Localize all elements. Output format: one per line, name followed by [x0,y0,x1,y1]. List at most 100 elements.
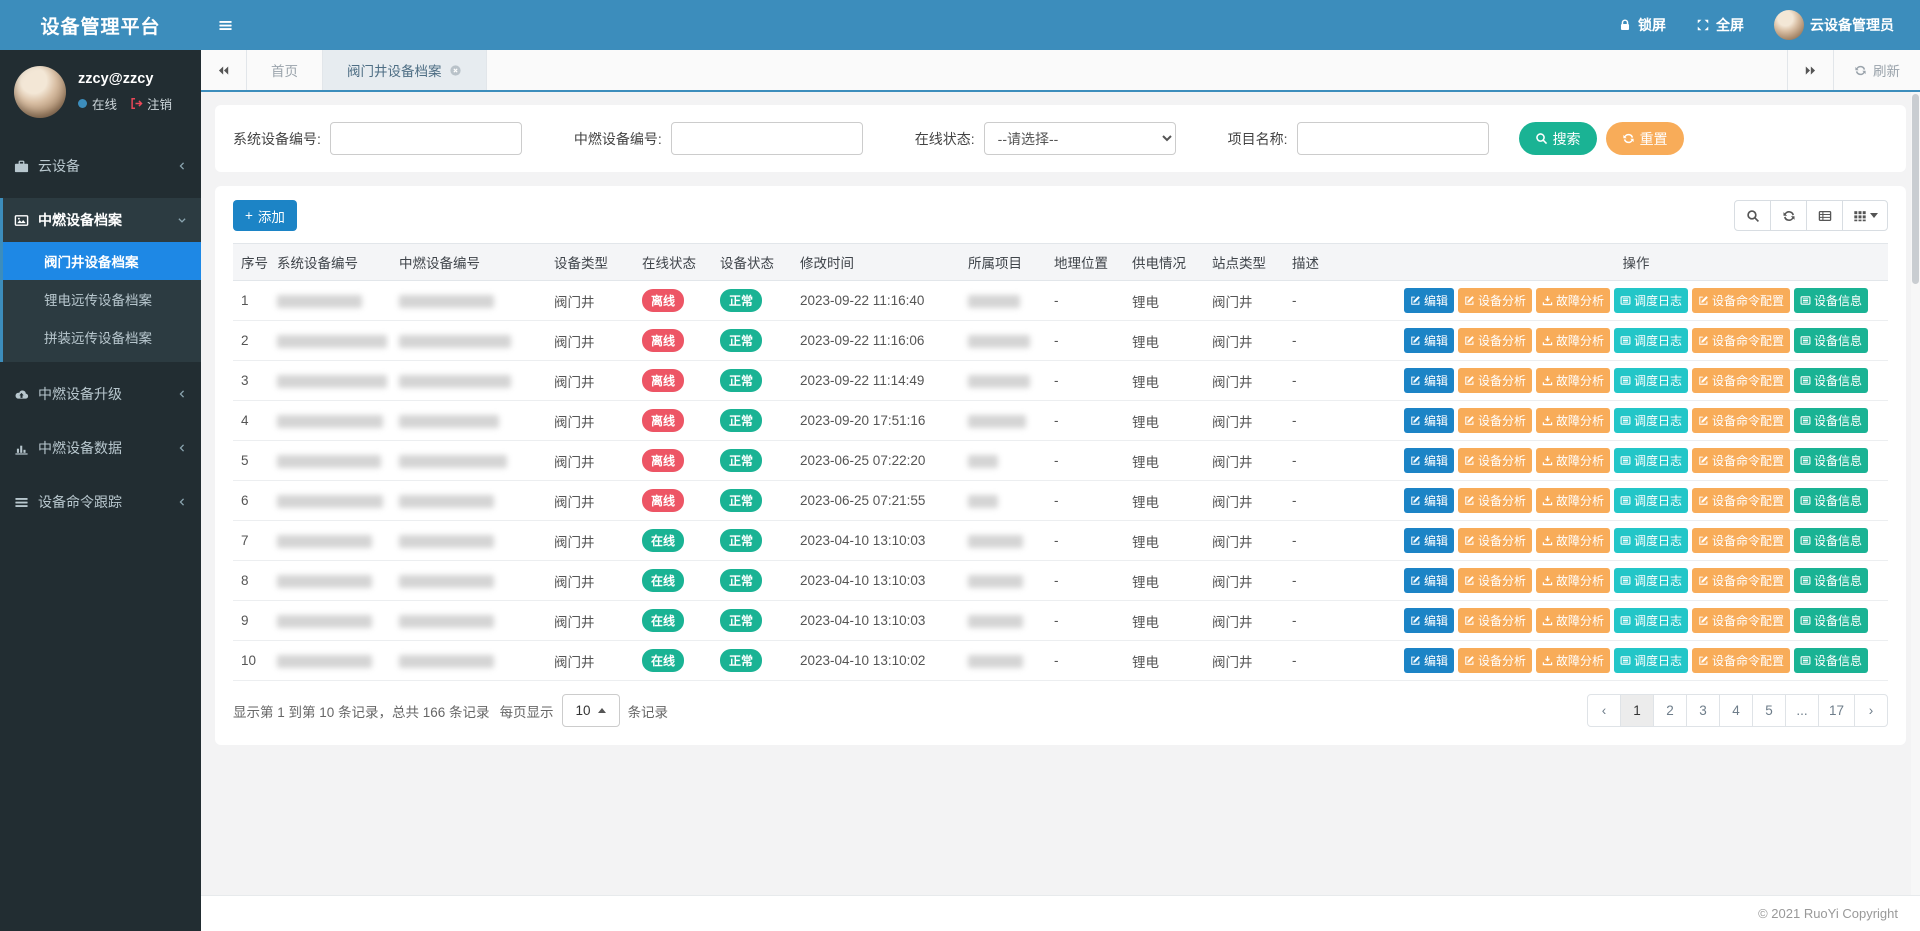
page-button[interactable]: 5 [1752,694,1786,727]
search-button[interactable]: 搜索 [1519,122,1597,155]
project-name-input[interactable] [1297,122,1489,155]
device-command-config-button[interactable]: 设备命令配置 [1692,648,1790,673]
lock-screen-button[interactable]: 锁屏 [1618,15,1666,35]
edit-button[interactable]: 编辑 [1404,528,1454,553]
column-header[interactable]: 所属项目 [960,244,1046,281]
user-menu[interactable]: 云设备管理员 [1774,10,1894,40]
device-info-button[interactable]: 设备信息 [1794,608,1868,633]
edit-button[interactable]: 编辑 [1404,568,1454,593]
column-header[interactable]: 操作 [1384,244,1888,281]
edit-button[interactable]: 编辑 [1404,608,1454,633]
column-header[interactable]: 地理位置 [1046,244,1124,281]
dispatch-log-button[interactable]: 调度日志 [1614,448,1688,473]
device-command-config-button[interactable]: 设备命令配置 [1692,368,1790,393]
device-command-config-button[interactable]: 设备命令配置 [1692,328,1790,353]
tab-valve-well-archive[interactable]: 阀门井设备档案 [323,50,487,90]
refresh-page-button[interactable]: 刷新 [1833,50,1920,90]
sidebar-item[interactable]: 中燃设备档案 [3,198,201,242]
edit-button[interactable]: 编辑 [1404,408,1454,433]
dispatch-log-button[interactable]: 调度日志 [1614,648,1688,673]
device-analysis-button[interactable]: 设备分析 [1458,448,1532,473]
fault-analysis-button[interactable]: 故障分析 [1536,568,1610,593]
device-info-button[interactable]: 设备信息 [1794,488,1868,513]
device-analysis-button[interactable]: 设备分析 [1458,528,1532,553]
edit-button[interactable]: 编辑 [1404,648,1454,673]
edit-button[interactable]: 编辑 [1404,288,1454,313]
tab-home[interactable]: 首页 [247,50,323,90]
scrollbar[interactable] [1911,92,1920,895]
close-icon[interactable] [449,64,462,77]
device-info-button[interactable]: 设备信息 [1794,528,1868,553]
reset-button[interactable]: 重置 [1606,122,1684,155]
device-analysis-button[interactable]: 设备分析 [1458,488,1532,513]
fault-analysis-button[interactable]: 故障分析 [1536,448,1610,473]
sidebar-item[interactable]: 中燃设备数据 [0,426,201,470]
gas-device-no-input[interactable] [671,122,863,155]
device-command-config-button[interactable]: 设备命令配置 [1692,488,1790,513]
tabs-scroll-left-button[interactable] [201,50,247,90]
device-command-config-button[interactable]: 设备命令配置 [1692,448,1790,473]
column-header[interactable]: 序号 [233,244,269,281]
online-status-select[interactable]: --请选择-- [984,122,1176,155]
device-command-config-button[interactable]: 设备命令配置 [1692,568,1790,593]
fault-analysis-button[interactable]: 故障分析 [1536,528,1610,553]
device-command-config-button[interactable]: 设备命令配置 [1692,528,1790,553]
sidebar-toggle[interactable] [201,0,249,50]
device-info-button[interactable]: 设备信息 [1794,368,1868,393]
system-device-no-input[interactable] [330,122,522,155]
toggle-view-button[interactable] [1806,200,1843,231]
table-refresh-button[interactable] [1770,200,1807,231]
device-info-button[interactable]: 设备信息 [1794,648,1868,673]
device-analysis-button[interactable]: 设备分析 [1458,368,1532,393]
dispatch-log-button[interactable]: 调度日志 [1614,528,1688,553]
fault-analysis-button[interactable]: 故障分析 [1536,328,1610,353]
page-button[interactable]: 17 [1818,694,1855,727]
page-size-select[interactable]: 10 [562,694,620,727]
device-analysis-button[interactable]: 设备分析 [1458,328,1532,353]
sidebar-subitem[interactable]: 锂电远传设备档案 [3,280,201,318]
fullscreen-button[interactable]: 全屏 [1696,15,1744,35]
page-button[interactable]: 3 [1686,694,1720,727]
sidebar-item[interactable]: 云设备 [0,144,201,188]
add-button[interactable]: + 添加 [233,200,297,231]
dispatch-log-button[interactable]: 调度日志 [1614,368,1688,393]
device-analysis-button[interactable]: 设备分析 [1458,648,1532,673]
tabs-scroll-right-button[interactable] [1787,50,1833,90]
device-command-config-button[interactable]: 设备命令配置 [1692,608,1790,633]
column-header[interactable]: 设备状态 [712,244,792,281]
edit-button[interactable]: 编辑 [1404,488,1454,513]
column-header[interactable]: 系统设备编号 [269,244,391,281]
scrollbar-thumb[interactable] [1912,94,1919,284]
device-info-button[interactable]: 设备信息 [1794,448,1868,473]
sidebar-item[interactable]: 中燃设备升级 [0,372,201,416]
edit-button[interactable]: 编辑 [1404,368,1454,393]
ellipsis-page-button[interactable]: ... [1785,694,1819,727]
table-search-toggle-button[interactable] [1734,200,1771,231]
fault-analysis-button[interactable]: 故障分析 [1536,368,1610,393]
device-analysis-button[interactable]: 设备分析 [1458,408,1532,433]
device-command-config-button[interactable]: 设备命令配置 [1692,288,1790,313]
device-analysis-button[interactable]: 设备分析 [1458,608,1532,633]
sidebar-item[interactable]: 设备命令跟踪 [0,480,201,524]
column-header[interactable]: 描述 [1284,244,1384,281]
prev-page-button[interactable]: ‹ [1587,694,1621,727]
column-header[interactable]: 中燃设备编号 [391,244,546,281]
edit-button[interactable]: 编辑 [1404,448,1454,473]
fault-analysis-button[interactable]: 故障分析 [1536,288,1610,313]
fault-analysis-button[interactable]: 故障分析 [1536,608,1610,633]
dispatch-log-button[interactable]: 调度日志 [1614,608,1688,633]
column-header[interactable]: 修改时间 [792,244,960,281]
fault-analysis-button[interactable]: 故障分析 [1536,648,1610,673]
edit-button[interactable]: 编辑 [1404,328,1454,353]
dispatch-log-button[interactable]: 调度日志 [1614,328,1688,353]
device-info-button[interactable]: 设备信息 [1794,408,1868,433]
device-info-button[interactable]: 设备信息 [1794,288,1868,313]
column-header[interactable]: 供电情况 [1124,244,1204,281]
dispatch-log-button[interactable]: 调度日志 [1614,408,1688,433]
column-header[interactable]: 站点类型 [1204,244,1284,281]
logout-link[interactable]: 注销 [130,94,172,113]
fault-analysis-button[interactable]: 故障分析 [1536,488,1610,513]
columns-button[interactable] [1842,200,1888,231]
fault-analysis-button[interactable]: 故障分析 [1536,408,1610,433]
dispatch-log-button[interactable]: 调度日志 [1614,288,1688,313]
